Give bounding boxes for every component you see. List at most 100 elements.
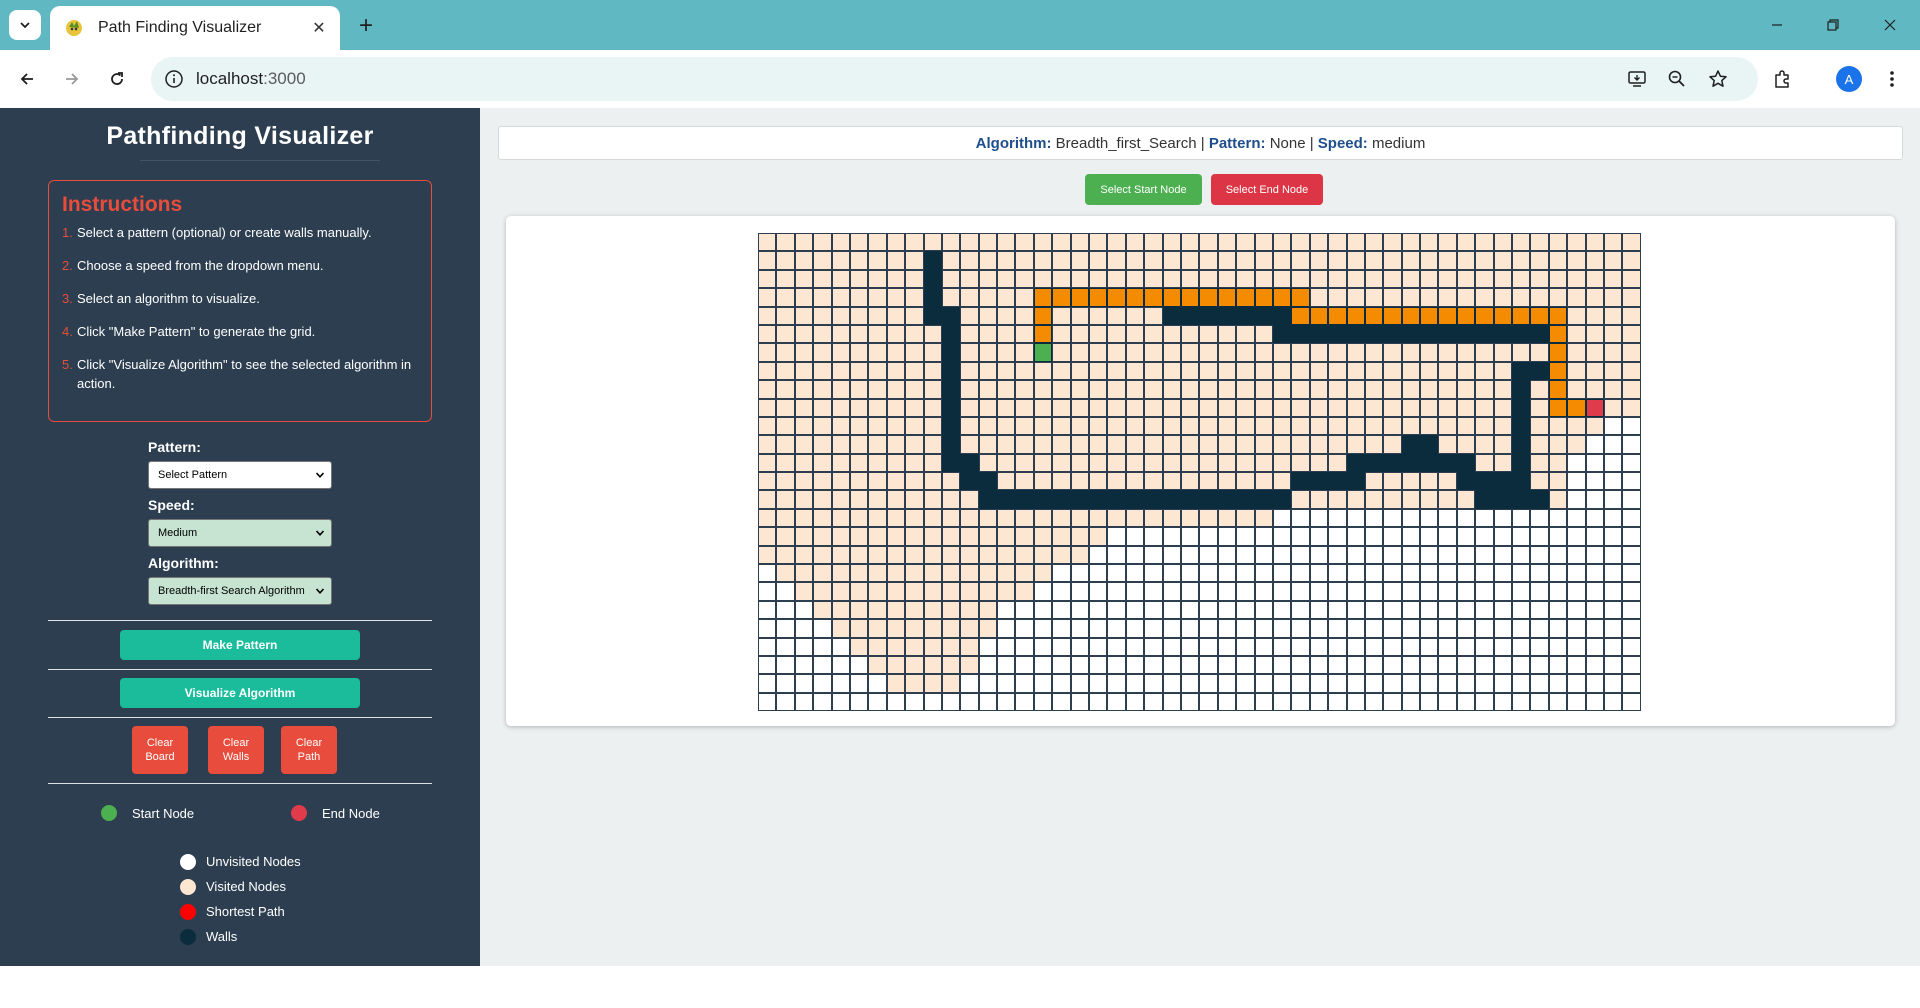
unvisited-cell[interactable] xyxy=(758,674,777,693)
unvisited-cell[interactable] xyxy=(1217,619,1237,638)
visited-cell[interactable] xyxy=(776,564,795,583)
visited-cell[interactable] xyxy=(1125,398,1145,417)
unvisited-cell[interactable] xyxy=(1512,637,1531,656)
visited-cell[interactable] xyxy=(849,619,869,638)
unvisited-cell[interactable] xyxy=(1401,619,1421,638)
unvisited-cell[interactable] xyxy=(1180,527,1200,546)
visited-cell[interactable] xyxy=(1475,269,1494,289)
unvisited-cell[interactable] xyxy=(1585,545,1604,565)
visited-cell[interactable] xyxy=(1272,251,1292,270)
unvisited-cell[interactable] xyxy=(1125,564,1145,583)
visited-cell[interactable] xyxy=(886,398,906,417)
unvisited-cell[interactable] xyxy=(997,655,1016,675)
visited-cell[interactable] xyxy=(1052,343,1071,362)
unvisited-cell[interactable] xyxy=(1567,564,1586,583)
visited-cell[interactable] xyxy=(831,527,850,546)
unvisited-cell[interactable] xyxy=(1015,637,1034,656)
visited-cell[interactable] xyxy=(1567,324,1586,344)
site-info-icon[interactable] xyxy=(163,68,185,90)
unvisited-cell[interactable] xyxy=(794,637,814,656)
path-cell[interactable] xyxy=(1033,324,1053,344)
unvisited-cell[interactable] xyxy=(1585,619,1604,638)
visited-cell[interactable] xyxy=(1199,233,1218,252)
unvisited-cell[interactable] xyxy=(1383,545,1402,565)
visited-cell[interactable] xyxy=(1107,269,1126,289)
unvisited-cell[interactable] xyxy=(1585,637,1604,656)
visited-cell[interactable] xyxy=(758,435,777,454)
visited-cell[interactable] xyxy=(1603,251,1623,270)
visited-cell[interactable] xyxy=(831,472,850,491)
visited-cell[interactable] xyxy=(1456,361,1476,381)
unvisited-cell[interactable] xyxy=(1493,564,1513,583)
visited-cell[interactable] xyxy=(831,380,850,399)
unvisited-cell[interactable] xyxy=(1309,674,1329,693)
unvisited-cell[interactable] xyxy=(1125,692,1145,712)
visited-cell[interactable] xyxy=(886,343,906,362)
visited-cell[interactable] xyxy=(1015,416,1034,436)
visited-cell[interactable] xyxy=(831,600,850,620)
visited-cell[interactable] xyxy=(1530,269,1549,289)
unvisited-cell[interactable] xyxy=(1420,527,1439,546)
visited-cell[interactable] xyxy=(978,619,998,638)
unvisited-cell[interactable] xyxy=(1475,564,1494,583)
unvisited-cell[interactable] xyxy=(794,619,814,638)
visited-cell[interactable] xyxy=(868,527,887,546)
unvisited-cell[interactable] xyxy=(978,692,998,712)
visited-cell[interactable] xyxy=(813,527,832,546)
unvisited-cell[interactable] xyxy=(1438,637,1457,656)
unvisited-cell[interactable] xyxy=(1144,545,1163,565)
unvisited-cell[interactable] xyxy=(1254,600,1273,620)
visited-cell[interactable] xyxy=(1364,343,1384,362)
unvisited-cell[interactable] xyxy=(1217,674,1237,693)
unvisited-cell[interactable] xyxy=(758,655,777,675)
reload-icon[interactable] xyxy=(101,63,133,95)
unvisited-cell[interactable] xyxy=(1291,582,1310,601)
visited-cell[interactable] xyxy=(1236,269,1255,289)
unvisited-cell[interactable] xyxy=(1567,637,1586,656)
visited-cell[interactable] xyxy=(905,453,924,473)
visited-cell[interactable] xyxy=(978,453,998,473)
unvisited-cell[interactable] xyxy=(1401,692,1421,712)
visited-cell[interactable] xyxy=(978,527,998,546)
visited-cell[interactable] xyxy=(905,637,924,656)
clear-path-button[interactable]: Clear Path xyxy=(281,726,337,774)
wall-cell[interactable] xyxy=(1033,490,1053,509)
wall-cell[interactable] xyxy=(960,472,979,491)
visited-cell[interactable] xyxy=(1401,361,1421,381)
visited-cell[interactable] xyxy=(1052,398,1071,417)
unvisited-cell[interactable] xyxy=(960,674,979,693)
visited-cell[interactable] xyxy=(923,380,942,399)
visited-cell[interactable] xyxy=(1070,435,1090,454)
unvisited-cell[interactable] xyxy=(1512,564,1531,583)
visited-cell[interactable] xyxy=(960,361,979,381)
visited-cell[interactable] xyxy=(886,288,906,307)
visited-cell[interactable] xyxy=(905,380,924,399)
visited-cell[interactable] xyxy=(1622,380,1641,399)
visited-cell[interactable] xyxy=(776,324,795,344)
wall-cell[interactable] xyxy=(1420,435,1439,454)
path-cell[interactable] xyxy=(1456,306,1476,325)
unvisited-cell[interactable] xyxy=(1622,692,1641,712)
unvisited-cell[interactable] xyxy=(1530,600,1549,620)
visited-cell[interactable] xyxy=(905,564,924,583)
visited-cell[interactable] xyxy=(960,508,979,528)
visited-cell[interactable] xyxy=(758,398,777,417)
visited-cell[interactable] xyxy=(886,508,906,528)
visited-cell[interactable] xyxy=(831,343,850,362)
unvisited-cell[interactable] xyxy=(1456,619,1476,638)
visited-cell[interactable] xyxy=(1015,398,1034,417)
unvisited-cell[interactable] xyxy=(1144,582,1163,601)
path-cell[interactable] xyxy=(1493,306,1513,325)
unvisited-cell[interactable] xyxy=(1530,508,1549,528)
visited-cell[interactable] xyxy=(794,251,814,270)
visited-cell[interactable] xyxy=(1512,288,1531,307)
unvisited-cell[interactable] xyxy=(1567,674,1586,693)
visited-cell[interactable] xyxy=(1401,490,1421,509)
unvisited-cell[interactable] xyxy=(1456,637,1476,656)
visited-cell[interactable] xyxy=(1291,453,1310,473)
unvisited-cell[interactable] xyxy=(1475,655,1494,675)
visited-cell[interactable] xyxy=(831,269,850,289)
visited-cell[interactable] xyxy=(1070,251,1090,270)
wall-cell[interactable] xyxy=(1254,490,1273,509)
unvisited-cell[interactable] xyxy=(1180,637,1200,656)
